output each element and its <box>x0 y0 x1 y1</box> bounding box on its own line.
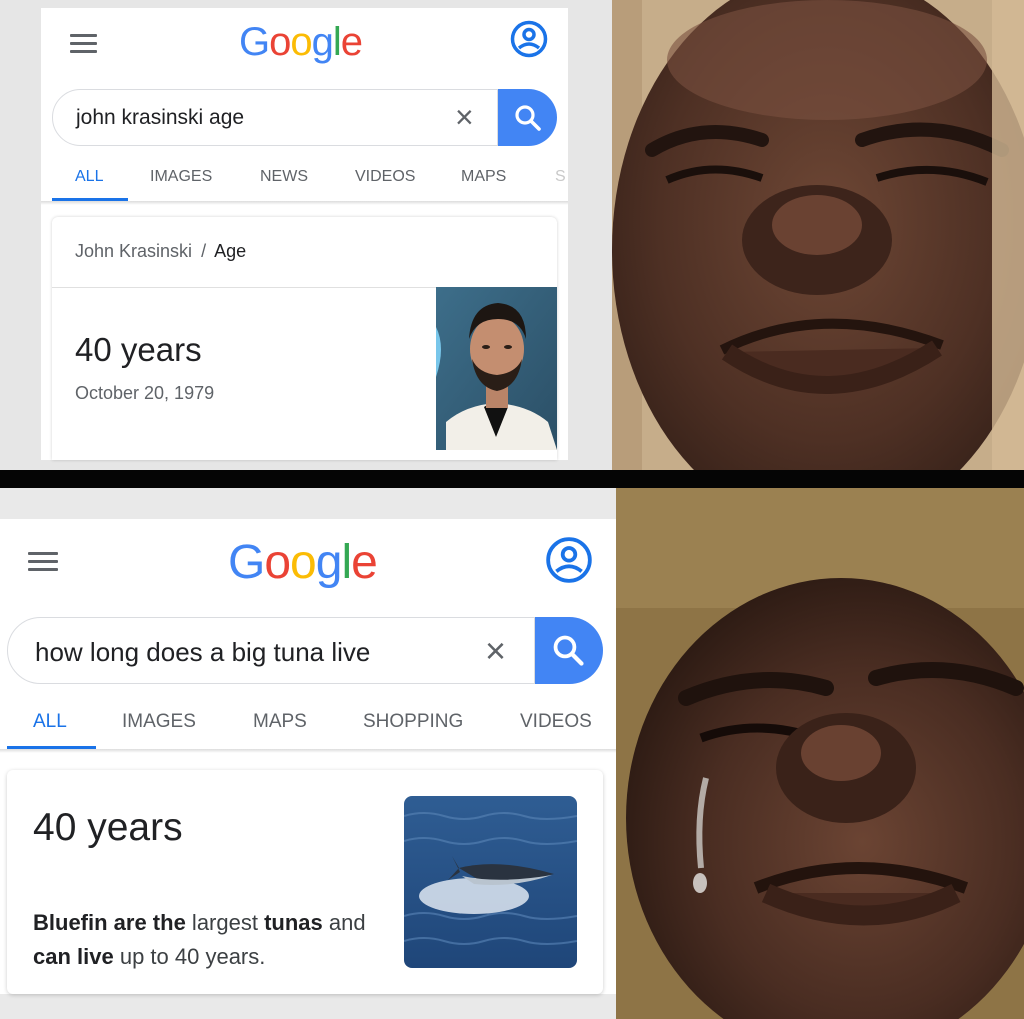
answer-value: 40 years <box>75 331 202 368</box>
tuna-thumbnail[interactable] <box>404 796 577 968</box>
breadcrumb-attribute: Age <box>214 241 247 261</box>
search-query-text: john krasinski age <box>76 106 245 129</box>
panel-divider <box>0 470 1024 488</box>
tab-maps[interactable]: MAPS <box>253 711 307 733</box>
top-search-page: Google john krasinski age × ALL IMAGES N… <box>41 8 568 460</box>
breadcrumb-separator: / <box>201 241 207 261</box>
tab-all[interactable]: ALL <box>75 168 103 186</box>
tab-overflow[interactable]: S <box>555 168 566 186</box>
tab-all[interactable]: ALL <box>33 711 67 733</box>
answer-value: 40 years <box>33 806 183 849</box>
reaction-face-crying <box>616 488 1024 1019</box>
hamburger-menu-icon[interactable] <box>28 552 58 572</box>
tab-maps[interactable]: MAPS <box>461 168 506 186</box>
search-query-text: how long does a big tuna live <box>35 637 371 667</box>
close-x-icon[interactable]: × <box>485 630 506 672</box>
hamburger-menu-icon[interactable] <box>70 34 97 54</box>
search-magnifier-icon <box>553 635 584 666</box>
person-thumbnail[interactable] <box>436 287 557 450</box>
tab-videos[interactable]: VIDEOS <box>355 168 415 186</box>
reaction-face-smiling <box>612 0 1024 470</box>
search-magnifier-icon <box>515 105 541 131</box>
tab-videos[interactable]: VIDEOS <box>520 711 592 733</box>
search-button[interactable] <box>498 89 557 146</box>
google-logo[interactable]: Google <box>239 20 363 65</box>
account-circle-icon[interactable] <box>545 536 593 584</box>
answer-card: John Krasinski / Age 40 years October 20… <box>52 217 557 460</box>
tab-images[interactable]: IMAGES <box>150 168 212 186</box>
tabs-divider <box>41 201 568 205</box>
tab-news[interactable]: NEWS <box>260 168 308 186</box>
search-input[interactable]: john krasinski age × <box>52 89 498 146</box>
answer-card: 40 years Bluefin are the largest tunas a… <box>7 770 603 994</box>
tab-shopping[interactable]: SHOPPING <box>363 711 463 733</box>
close-x-icon[interactable]: × <box>455 99 474 136</box>
answer-date: October 20, 1979 <box>75 383 215 403</box>
tabs-divider <box>0 749 616 753</box>
tab-images[interactable]: IMAGES <box>122 711 196 733</box>
google-logo[interactable]: Google <box>228 535 378 590</box>
search-button[interactable] <box>535 617 603 684</box>
breadcrumb: John Krasinski / Age <box>75 241 246 262</box>
breadcrumb-entity[interactable]: John Krasinski <box>75 241 192 261</box>
search-input[interactable]: how long does a big tuna live × <box>7 617 535 684</box>
answer-snippet: Bluefin are the largest tunas and can li… <box>33 910 366 969</box>
account-circle-icon[interactable] <box>510 20 548 58</box>
